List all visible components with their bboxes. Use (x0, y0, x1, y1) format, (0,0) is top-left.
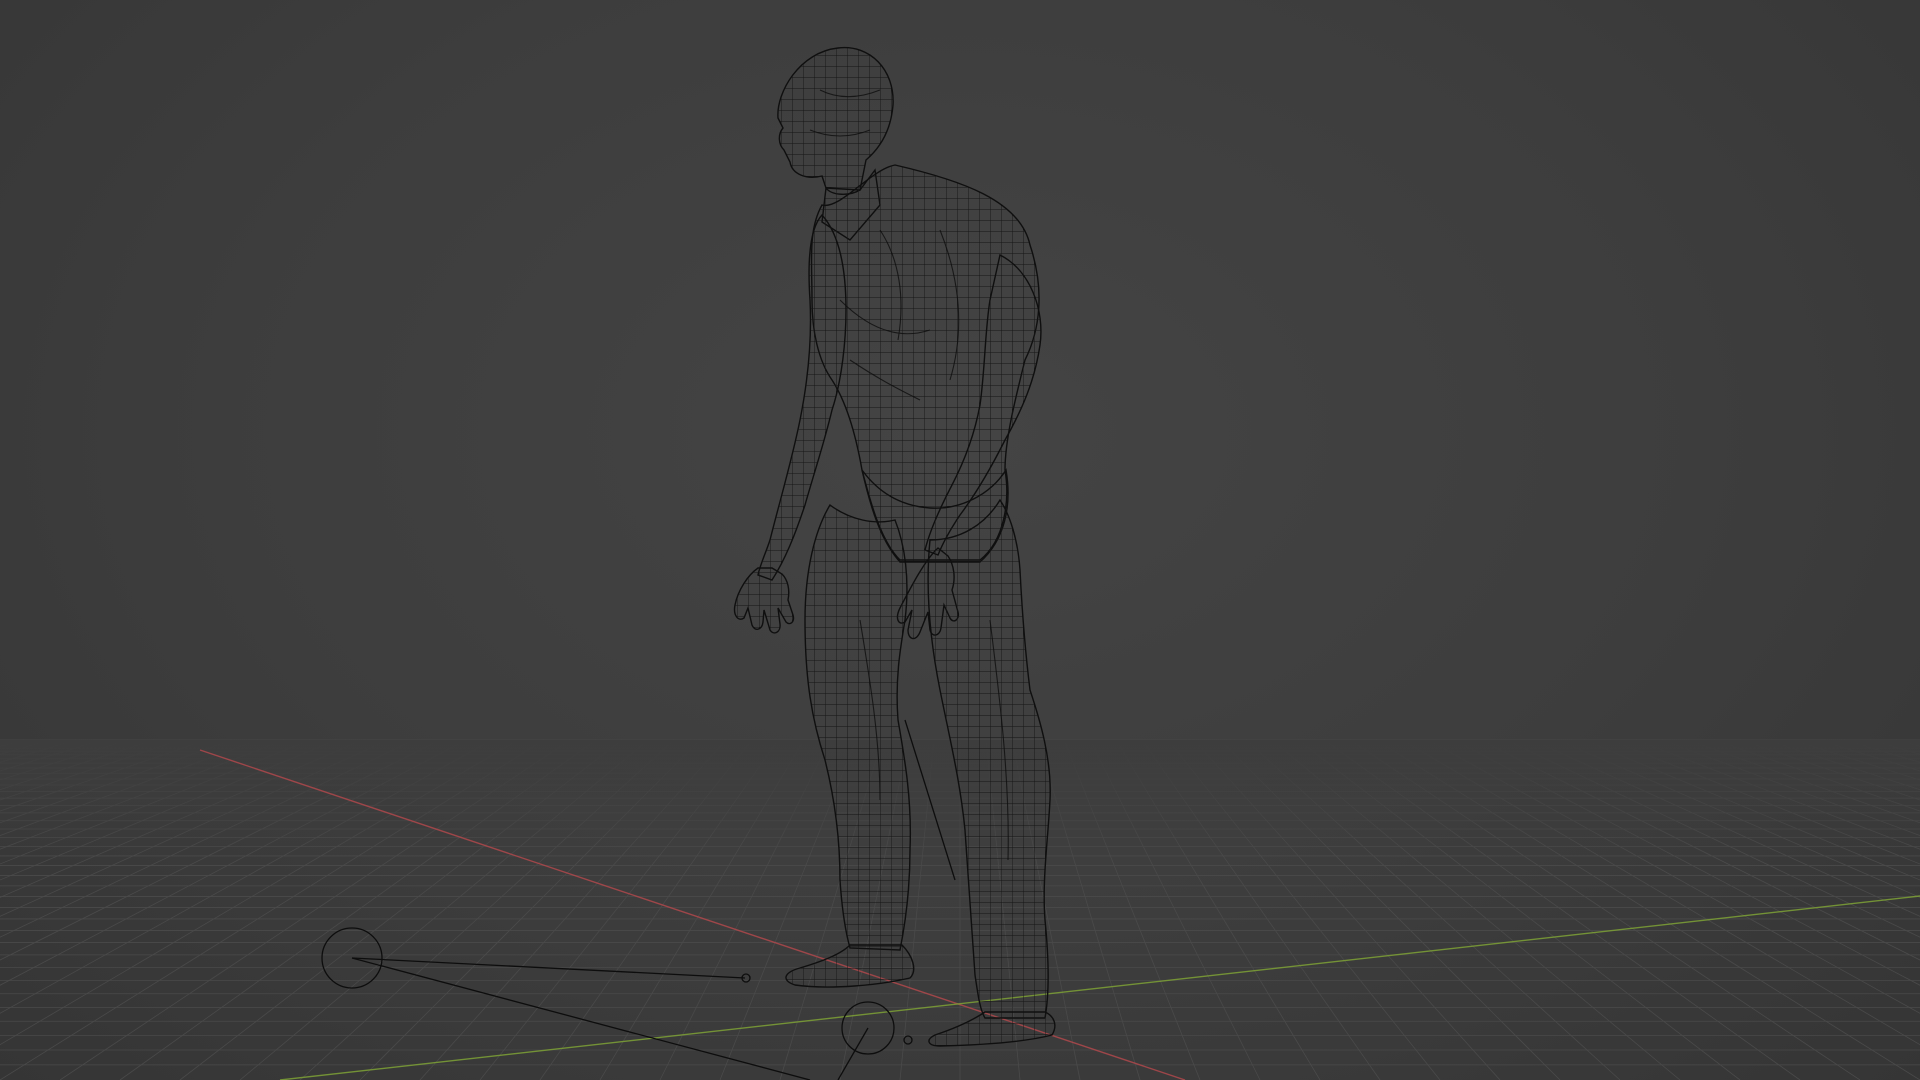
mesh-hand-left[interactable] (733, 567, 795, 634)
3d-viewport[interactable] (0, 0, 1920, 1080)
viewport-canvas[interactable] (0, 0, 1920, 1080)
